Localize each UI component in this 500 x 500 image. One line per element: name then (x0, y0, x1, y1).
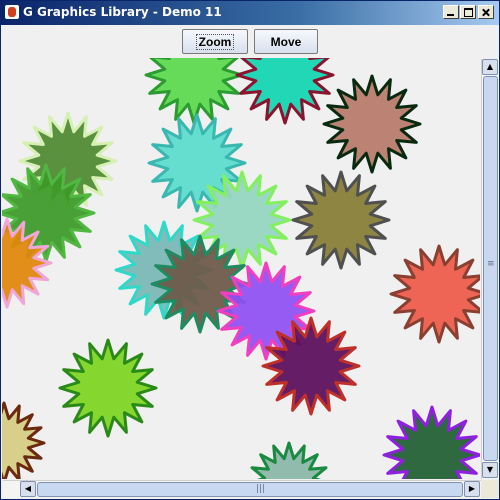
star-shape[interactable] (144, 58, 244, 125)
minimize-icon[interactable] (443, 5, 459, 19)
star-shape[interactable] (389, 244, 480, 344)
zoom-button-label: Zoom (195, 33, 235, 50)
grip-icon: ||| (256, 484, 266, 494)
star-shape[interactable] (2, 401, 46, 479)
close-icon[interactable] (478, 5, 494, 19)
move-button[interactable]: Move (254, 29, 318, 54)
scroll-corner (481, 480, 499, 498)
scroll-up-arrow-icon[interactable]: ▲ (482, 59, 498, 75)
star-shape[interactable] (249, 441, 329, 479)
horizontal-scroll-thumb[interactable]: ||| (37, 482, 463, 497)
star-shape[interactable] (58, 338, 158, 438)
star-shape[interactable] (322, 74, 422, 174)
graphics-canvas[interactable] (2, 58, 480, 479)
maximize-icon[interactable] (460, 5, 476, 19)
stars-drawing (2, 58, 480, 479)
star-shape[interactable] (261, 316, 361, 416)
scroll-down-arrow-icon[interactable]: ▼ (482, 462, 498, 478)
star-shape[interactable] (291, 170, 391, 270)
window-title: G Graphics Library - Demo 11 (23, 5, 222, 19)
scroll-right-arrow-icon[interactable]: ▶ (464, 481, 480, 497)
star-shape[interactable] (235, 58, 335, 125)
scroll-left-arrow-icon[interactable]: ◀ (20, 481, 36, 497)
zoom-button[interactable]: Zoom (182, 29, 248, 54)
vertical-scrollbar[interactable]: ▲ ≡ ▼ (481, 59, 499, 479)
java-cup-icon (5, 5, 19, 19)
title-bar[interactable]: G Graphics Library - Demo 11 (1, 1, 499, 25)
vertical-scroll-thumb[interactable]: ≡ (483, 76, 498, 461)
grip-icon: ≡ (487, 259, 495, 269)
horizontal-scrollbar[interactable]: ◀ ||| ▶ (3, 480, 481, 498)
star-shape[interactable] (382, 405, 480, 479)
app-window: G Graphics Library - Demo 11 Zoom Move ▲… (0, 0, 500, 500)
